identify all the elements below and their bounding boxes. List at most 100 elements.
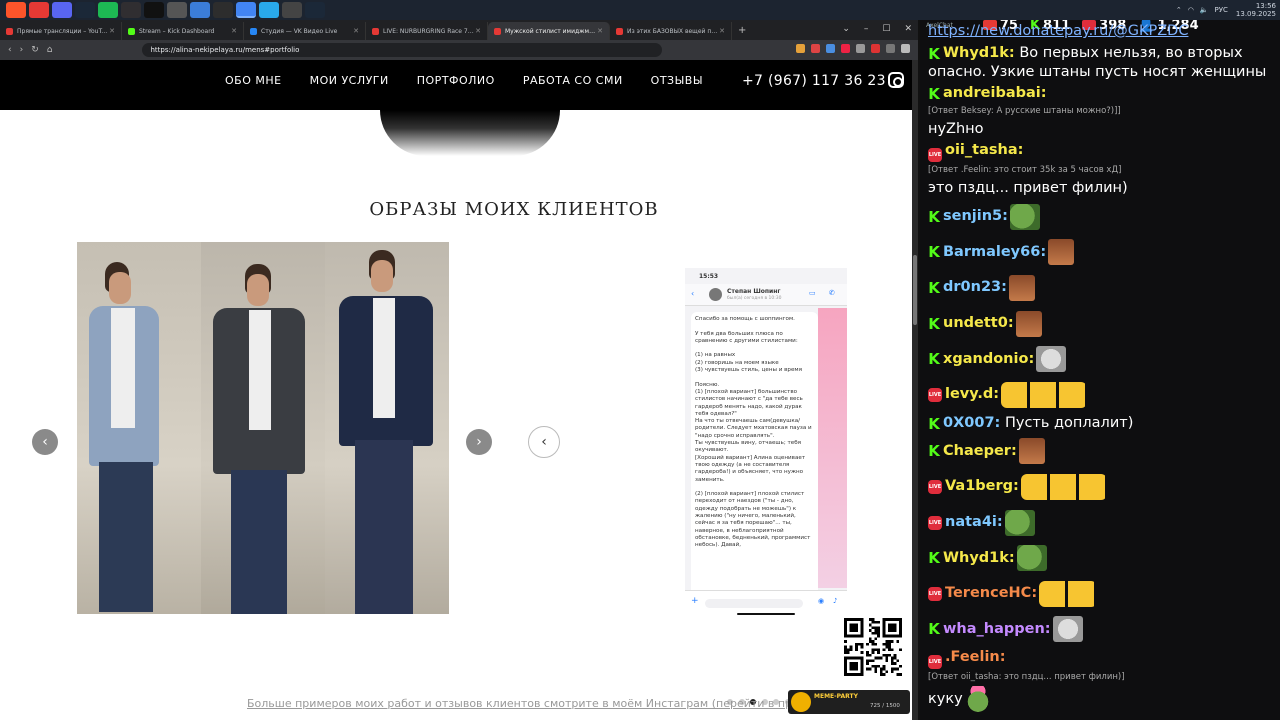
chat-username[interactable]: wha_happen — [943, 620, 1045, 639]
chat-username[interactable]: senjin5 — [943, 207, 1002, 226]
slider-prev-button[interactable]: ‹ — [32, 429, 58, 455]
tab-title: LIVE: NÜRBURGRING Race 7 | GT — [383, 27, 476, 35]
chat-username[interactable]: xgandonio — [943, 350, 1028, 369]
chat-message: LIVE levy.d: — [928, 378, 1278, 412]
telegram-app-icon[interactable] — [259, 2, 279, 18]
browser-tab[interactable]: Мужской стилист имиджмейкер✕ — [488, 22, 610, 40]
browser-tab[interactable]: Прямые трансляции – YouTube Studio✕ — [0, 22, 122, 40]
url-field[interactable]: https://alina-nekipelaya.ru/mens#portfol… — [142, 43, 663, 57]
chat-username[interactable]: oii_tasha — [945, 142, 1018, 158]
clock-date: 13.09.2025 — [1235, 10, 1276, 18]
clock[interactable]: 13:56 13.09.2025 — [1236, 2, 1276, 18]
language-indicator[interactable]: РУС — [1215, 6, 1228, 14]
chat-username[interactable]: Va1berg — [945, 477, 1013, 496]
back-icon[interactable]: ‹ — [8, 45, 12, 55]
browser-tab[interactable]: Из этих БАЗОВЫХ вещей получается✕ — [610, 22, 732, 40]
menu-icon[interactable] — [901, 44, 910, 53]
brave-app-icon[interactable] — [6, 2, 26, 18]
vk-live-icon: LIVE — [928, 586, 942, 601]
stream-app-icon[interactable] — [213, 2, 233, 18]
browser-tab[interactable]: LIVE: NÜRBURGRING Race 7 | GT ✕ — [366, 22, 488, 40]
volume-icon[interactable]: 🔈 — [1200, 6, 1209, 14]
chat-username[interactable]: 0X007 — [943, 415, 995, 431]
tasks-app-icon[interactable] — [282, 2, 302, 18]
extension-icon[interactable] — [856, 44, 865, 53]
back-icon: ‹ — [691, 289, 695, 298]
obs-app-icon[interactable] — [121, 2, 141, 18]
chat-username[interactable]: Chaeper — [943, 442, 1011, 461]
forward-icon[interactable]: › — [20, 45, 24, 55]
network-icon[interactable]: ◠ — [1188, 6, 1194, 14]
app-app-icon[interactable] — [190, 2, 210, 18]
chat-username[interactable]: .Feelin — [945, 649, 1000, 665]
chat-username-colon: : — [1044, 620, 1051, 637]
tab-title: Мужской стилист имиджмейкер — [505, 27, 597, 35]
extension-icon[interactable] — [811, 44, 820, 53]
emote-pepe — [1009, 203, 1040, 230]
browser-tab[interactable]: Студия — VK Видео Live ✕ — [244, 22, 366, 40]
tab-title: Stream – Kick Dashboard — [139, 27, 215, 35]
site-nav-item[interactable]: ПОРТФОЛИО — [417, 74, 495, 87]
chat-username[interactable]: levy.d — [945, 385, 993, 404]
qr-code — [842, 616, 904, 678]
video-call-icon: ▭ — [809, 289, 816, 297]
meme-party-widget: MEME-PARTY 725 / 1500 — [788, 690, 910, 714]
chat-username[interactable]: dr0n23 — [943, 278, 1001, 297]
new-tab-icon[interactable]: + — [738, 25, 746, 36]
chat-username[interactable]: nata4i — [945, 513, 997, 532]
media-app-icon[interactable] — [167, 2, 187, 18]
emote-laugh3 — [1001, 381, 1088, 408]
chat-username[interactable]: undett0 — [943, 314, 1008, 333]
instagram-profile-link[interactable]: Больше примеров моих работ и отзывов кли… — [247, 697, 833, 710]
chrome-app-icon[interactable] — [236, 2, 256, 18]
site-nav-item[interactable]: ОБО МНЕ — [225, 74, 282, 87]
emote-pepeheart — [964, 686, 991, 713]
instagram-icon[interactable] — [888, 72, 904, 88]
kick-icon: K — [928, 314, 940, 333]
chat-username[interactable]: Barmaley66 — [943, 243, 1040, 262]
chat-username[interactable]: Whyd1k — [943, 45, 1009, 61]
tab-title: Прямые трансляции – YouTube Studio — [17, 27, 109, 35]
extension-icon[interactable] — [841, 44, 850, 53]
section-title: ОБРАЗЫ МОИХ КЛИЕНТОВ — [369, 199, 659, 220]
extension-icon[interactable] — [826, 44, 835, 53]
page-scrollbar[interactable] — [912, 60, 918, 720]
slider-next-button[interactable]: › — [466, 429, 492, 455]
chat-username[interactable]: TerenceHC — [945, 584, 1031, 603]
close-icon[interactable]: ✕ — [904, 24, 912, 34]
minimize-icon[interactable]: – — [864, 24, 869, 34]
reviews-prev-button[interactable]: ‹ — [528, 426, 560, 458]
extension-icon[interactable] — [796, 44, 805, 53]
tab-close-icon[interactable]: ✕ — [475, 27, 481, 35]
maximize-icon[interactable]: ☐ — [882, 24, 890, 34]
steam-app-icon[interactable] — [75, 2, 95, 18]
site-nav-item[interactable]: ОТЗЫВЫ — [651, 74, 703, 87]
spotify-app-icon[interactable] — [98, 2, 118, 18]
chevron-up-icon[interactable]: ⌃ — [1176, 6, 1182, 14]
tab-favicon — [494, 27, 501, 35]
chat-username[interactable]: andreibabai — [943, 85, 1041, 101]
phone-number[interactable]: +7 (967) 117 36 23 — [742, 73, 886, 89]
discord-app-icon[interactable] — [52, 2, 72, 18]
browser-tab[interactable]: Stream – Kick Dashboard ✕ — [122, 22, 244, 40]
tab-close-icon[interactable]: ✕ — [353, 27, 359, 35]
tab-close-icon[interactable]: ✕ — [109, 27, 115, 35]
dropdown-icon[interactable]: ⌄ — [842, 24, 850, 34]
tab-close-icon[interactable]: ✕ — [719, 27, 725, 35]
home-icon[interactable]: ⌂ — [47, 45, 53, 55]
x-app-icon[interactable] — [144, 2, 164, 18]
youtube-app-icon[interactable] — [29, 2, 49, 18]
steam2-app-icon[interactable] — [305, 2, 325, 18]
extension-icon[interactable] — [886, 44, 895, 53]
extension-icon[interactable] — [871, 44, 880, 53]
site-nav-item[interactable]: МОИ УСЛУГИ — [310, 74, 389, 87]
reload-icon[interactable]: ↻ — [31, 45, 39, 55]
site-nav-item[interactable]: РАБОТА СО СМИ — [523, 74, 623, 87]
tab-close-icon[interactable]: ✕ — [597, 27, 603, 35]
tab-close-icon[interactable]: ✕ — [231, 27, 237, 35]
donate-link[interactable]: https://new.donatepay.ru/@GKPZDC — [928, 22, 1278, 42]
chat-message: Kxgandonio: — [928, 342, 1278, 376]
chat-username[interactable]: Whyd1k — [943, 549, 1009, 568]
scrollbar-thumb[interactable] — [913, 255, 917, 325]
tab-favicon — [250, 27, 257, 35]
